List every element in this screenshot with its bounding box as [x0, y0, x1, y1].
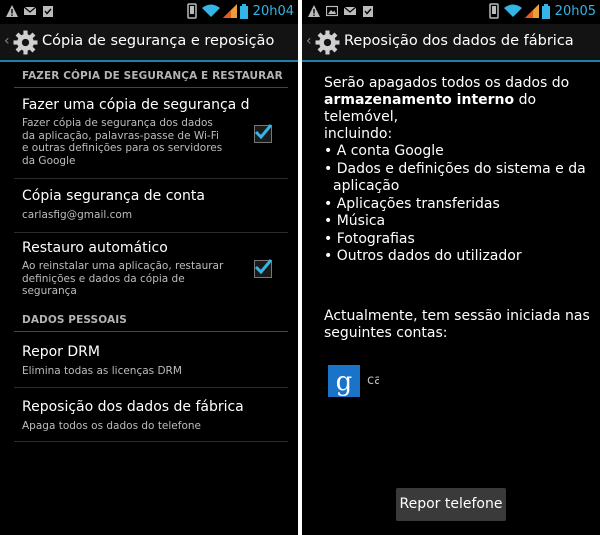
- page-title: Reposição dos dados de fábrica: [344, 33, 574, 49]
- action-bar: ‹ Reposição dos dados de fábrica: [302, 24, 600, 61]
- signal-icon: [222, 4, 237, 18]
- factory-reset-screen: 20h05 ‹ Reposição dos dados de fábrica S…: [302, 0, 600, 535]
- list-item: • Fotografias: [324, 230, 415, 247]
- settings-gear-icon[interactable]: [315, 30, 340, 55]
- google-icon: g: [328, 365, 360, 397]
- page-title: Cópia de segurança e reposição: [42, 33, 275, 49]
- pref-backup-data[interactable]: Fazer uma cópia de segurança d Fazer cóp…: [14, 90, 288, 176]
- pref-backup-account-title: Cópia segurança de conta: [22, 188, 205, 204]
- pref-drm-reset-summary: Elimina todas as licenças DRM: [22, 365, 182, 377]
- list-item: • Dados e definições do sistema e da: [324, 160, 586, 177]
- section-header-personal: DADOS PESSOAIS: [22, 314, 127, 326]
- list-item: aplicação: [333, 178, 400, 194]
- pref-auto-restore[interactable]: Restauro automático Ao reinstalar uma ap…: [14, 234, 288, 304]
- account-email: ca: [367, 373, 379, 388]
- screen-rotation-icon: [488, 3, 499, 19]
- list-item: • Música: [324, 213, 386, 229]
- screen-rotation-icon: [186, 3, 197, 19]
- list-divider: [14, 441, 288, 442]
- list-item: • Outros dados do utilizador: [324, 248, 522, 264]
- wifi-icon: [201, 4, 220, 17]
- clipboard-check-icon: [363, 6, 373, 17]
- backup-data-checkbox[interactable]: [254, 124, 273, 143]
- status-time: 20h05: [554, 3, 596, 19]
- status-bar: 20h04: [0, 0, 298, 24]
- action-bar-divider: [302, 60, 600, 62]
- pref-backup-data-title: Fazer uma cópia de segurança d: [22, 97, 250, 113]
- back-chevron-icon[interactable]: ‹: [306, 33, 312, 49]
- action-bar: ‹ Cópia de segurança e reposição: [0, 24, 298, 61]
- data-list: • A conta Google • Dados e definições do…: [324, 143, 594, 266]
- accounts-line-1: Actualmente, tem sessão iniciada nas: [324, 308, 590, 324]
- warning-line-3: incluindo:: [324, 126, 393, 142]
- internal-storage-label: armazenamento interno: [324, 92, 515, 108]
- auto-restore-checkbox[interactable]: [254, 259, 273, 278]
- reset-phone-button[interactable]: Repor telefone: [396, 488, 506, 521]
- section-divider: [14, 87, 288, 88]
- settings-gear-icon[interactable]: [13, 30, 38, 55]
- accounts-text: Actualmente, tem sessão iniciada nas seg…: [324, 308, 590, 342]
- accounts-line-2: seguintes contas:: [324, 325, 448, 341]
- list-item: • A conta Google: [324, 143, 444, 159]
- clipboard-check-icon: [43, 6, 53, 17]
- status-time: 20h04: [252, 3, 294, 19]
- section-divider: [14, 331, 288, 332]
- back-chevron-icon[interactable]: ‹: [4, 33, 10, 49]
- pref-auto-restore-title: Restauro automático: [22, 240, 168, 256]
- pref-drm-reset-title: Repor DRM: [22, 344, 100, 360]
- pref-auto-restore-summary: Ao reinstalar uma aplicação, restaurar d…: [22, 260, 224, 297]
- signal-icon: [524, 4, 539, 18]
- pref-factory-reset-summary: Apaga todos os dados do telefone: [22, 420, 202, 432]
- status-bar: 20h05: [302, 0, 600, 24]
- list-divider: [14, 387, 288, 388]
- image-icon: [326, 5, 338, 17]
- google-icon-letter: g: [336, 367, 353, 397]
- pref-drm-reset[interactable]: Repor DRM Elimina todas as licenças DRM: [14, 334, 288, 386]
- list-item: • Aplicações transferidas: [324, 195, 500, 212]
- pref-backup-account-summary: carlasfig@gmail.com: [22, 209, 133, 221]
- action-bar-divider: [0, 60, 298, 62]
- battery-icon: [541, 3, 550, 19]
- warning-line-1: Serão apagados todos os dados do: [324, 75, 570, 91]
- battery-icon: [239, 3, 248, 19]
- list-divider: [14, 178, 288, 179]
- backup-settings-screen: 20h04 ‹ Cópia de segurança e reposição F…: [0, 0, 298, 535]
- reset-warning-text: Serão apagados todos os dados do armazen…: [324, 75, 600, 143]
- pref-factory-reset-title: Reposição dos dados de fábrica: [22, 399, 244, 415]
- wifi-icon: [503, 4, 522, 17]
- mail-icon: [344, 6, 356, 15]
- warning-icon: [308, 5, 320, 17]
- section-header-backup: FAZER CÓPIA DE SEGURANÇA E RESTAURAR: [22, 70, 283, 82]
- list-divider: [14, 232, 288, 233]
- pref-backup-account[interactable]: Cópia segurança de conta carlasfig@gmail…: [14, 180, 288, 230]
- pref-backup-data-summary: Fazer cópia de segurança dos dados da ap…: [22, 117, 223, 167]
- pref-factory-reset[interactable]: Reposição dos dados de fábrica Apaga tod…: [14, 389, 288, 441]
- warning-line-2: armazenamento interno do telemóvel,: [324, 92, 537, 125]
- warning-icon: [6, 5, 18, 17]
- mail-icon: [24, 6, 36, 15]
